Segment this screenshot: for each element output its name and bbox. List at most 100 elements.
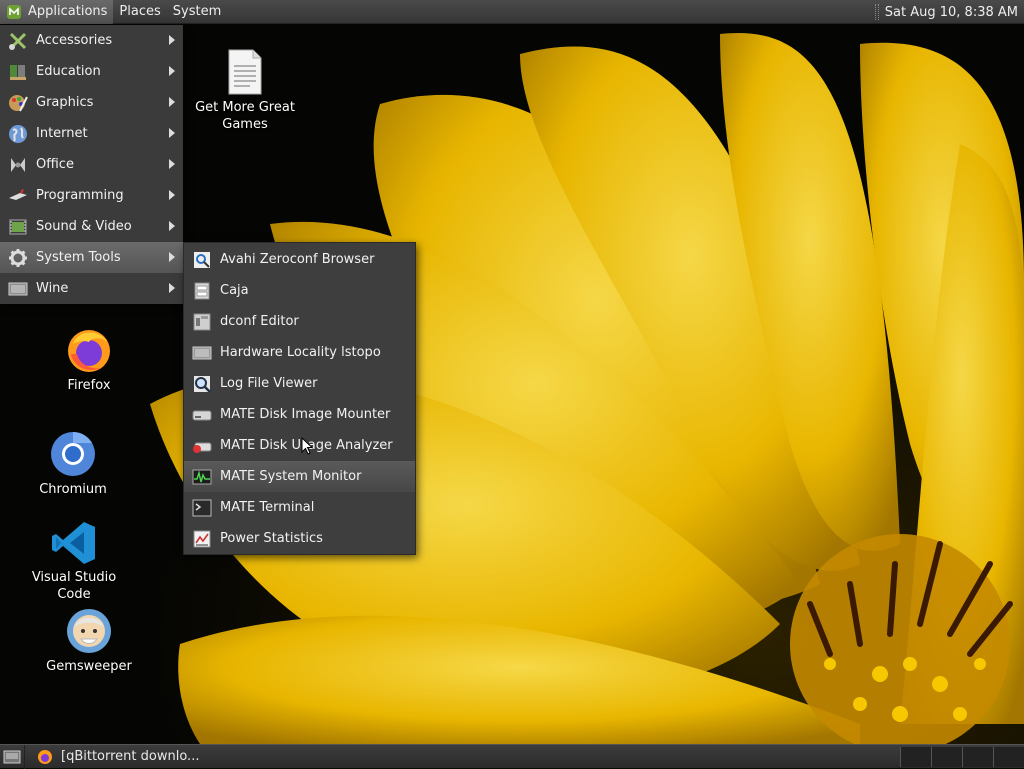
- document-icon: [228, 49, 262, 95]
- places-menu-button[interactable]: Places: [113, 0, 166, 24]
- top-panel: Applications Places System Sat Aug 10, 8…: [0, 0, 1024, 24]
- programming-icon: [9, 188, 27, 200]
- wine-icon: [8, 282, 28, 295]
- system-menu-button[interactable]: System: [167, 0, 227, 24]
- desktop-icon-label: Get More Great Games: [195, 100, 295, 132]
- accessories-icon: [9, 32, 27, 50]
- desktop-icon-label: Visual Studio Code: [31, 570, 117, 602]
- graphics-icon: [9, 94, 28, 111]
- taskbar-button-label: [qBittorrent downlo...: [61, 749, 200, 764]
- menu-item-label: Programming: [36, 188, 124, 203]
- office-icon: [11, 157, 25, 172]
- terminal-icon: [192, 499, 212, 516]
- submenu-arrow-icon: [169, 159, 175, 169]
- submenu-arrow-icon: [169, 128, 175, 138]
- chromium-icon: [51, 432, 95, 476]
- system-tools-submenu: Avahi Zeroconf Browser Caja dconf Editor…: [183, 242, 416, 555]
- menu-item-label: Graphics: [36, 95, 94, 110]
- menu-item-internet[interactable]: Internet: [0, 118, 183, 149]
- vscode-icon: [52, 522, 95, 564]
- submenu-arrow-icon: [169, 35, 175, 45]
- menu-item-caja[interactable]: Caja: [184, 275, 415, 306]
- menu-item-lstopo[interactable]: Hardware Locality lstopo: [184, 337, 415, 368]
- menu-item-label: System Tools: [36, 250, 121, 265]
- submenu-arrow-icon: [169, 283, 175, 293]
- desktop-icon-get-more-games[interactable]: Get More Great Games: [190, 48, 300, 133]
- disk-usage-icon: [193, 442, 212, 453]
- desktop-icon-label: Gemsweeper: [46, 659, 132, 674]
- submenu-arrow-icon: [169, 190, 175, 200]
- menu-item-label: Hardware Locality lstopo: [220, 345, 381, 360]
- menu-item-graphics[interactable]: Graphics: [0, 87, 183, 118]
- menu-item-label: MATE Terminal: [220, 500, 315, 515]
- workspace-3[interactable]: [962, 747, 993, 767]
- system-label: System: [172, 4, 222, 19]
- system-tools-icon: [9, 248, 27, 267]
- menu-item-log-file-viewer[interactable]: Log File Viewer: [184, 368, 415, 399]
- desktop-icon-firefox[interactable]: Firefox: [40, 326, 138, 394]
- menu-item-label: Log File Viewer: [220, 376, 318, 391]
- menu-item-power-statistics[interactable]: Power Statistics: [184, 523, 415, 554]
- menu-item-sound-video[interactable]: Sound & Video: [0, 211, 183, 242]
- mouse-cursor-icon: [301, 437, 313, 455]
- firefox-icon: [38, 749, 52, 764]
- menu-item-wine[interactable]: Wine: [0, 273, 183, 304]
- lstopo-icon: [192, 346, 212, 359]
- desktop-icon-gemsweeper[interactable]: Gemsweeper: [40, 607, 138, 675]
- panel-handle: [874, 4, 879, 20]
- desktop-icon-chromium[interactable]: Chromium: [24, 430, 122, 498]
- desktop-icon-vscode[interactable]: Visual Studio Code: [14, 520, 134, 603]
- clock-applet[interactable]: Sat Aug 10, 8:38 AM: [874, 0, 1024, 24]
- menu-item-label: Caja: [220, 283, 249, 298]
- avahi-icon: [194, 251, 210, 268]
- menu-item-education[interactable]: Education: [0, 56, 183, 87]
- applications-menu: Accessories Education Graphics Internet …: [0, 25, 183, 304]
- clock-text: Sat Aug 10, 8:38 AM: [884, 4, 1018, 20]
- menu-item-accessories[interactable]: Accessories: [0, 25, 183, 56]
- menu-item-system-tools[interactable]: System Tools: [0, 242, 183, 273]
- workspace-4[interactable]: [993, 747, 1024, 767]
- menu-item-office[interactable]: Office: [0, 149, 183, 180]
- mate-logo-icon: [7, 4, 21, 19]
- education-icon: [10, 64, 26, 80]
- disk-mounter-icon: [192, 410, 212, 420]
- menu-item-label: Sound & Video: [36, 219, 132, 234]
- submenu-arrow-icon: [169, 252, 175, 262]
- workspace-2[interactable]: [931, 747, 962, 767]
- internet-icon: [9, 124, 27, 143]
- menu-item-label: Avahi Zeroconf Browser: [220, 252, 375, 267]
- menu-item-label: Wine: [36, 281, 69, 296]
- submenu-arrow-icon: [169, 221, 175, 231]
- bottom-panel: [qBittorrent downlo...: [0, 744, 1024, 769]
- applications-menu-button[interactable]: Applications: [0, 0, 114, 24]
- caja-icon: [194, 282, 210, 299]
- firefox-icon: [68, 330, 110, 372]
- system-monitor-icon: [192, 469, 212, 484]
- menu-item-label: Internet: [36, 126, 88, 141]
- applications-label: Applications: [28, 4, 108, 19]
- menu-item-label: MATE Disk Image Mounter: [220, 407, 391, 422]
- show-desktop-icon: [3, 750, 21, 763]
- submenu-arrow-icon: [169, 66, 175, 76]
- sound-video-icon: [9, 219, 27, 234]
- menu-item-avahi-browser[interactable]: Avahi Zeroconf Browser: [184, 244, 415, 275]
- menu-item-label: Office: [36, 157, 74, 172]
- dconf-icon: [193, 313, 211, 330]
- menu-item-label: Power Statistics: [220, 531, 323, 546]
- menu-item-label: MATE System Monitor: [220, 469, 362, 484]
- submenu-arrow-icon: [169, 97, 175, 107]
- menu-item-disk-image-mounter[interactable]: MATE Disk Image Mounter: [184, 399, 415, 430]
- menu-item-label: Accessories: [36, 33, 113, 48]
- menu-item-mate-terminal[interactable]: MATE Terminal: [184, 492, 415, 523]
- workspace-1[interactable]: [900, 747, 931, 767]
- menu-item-dconf-editor[interactable]: dconf Editor: [184, 306, 415, 337]
- menu-item-programming[interactable]: Programming: [0, 180, 183, 211]
- taskbar-button-qbittorrent[interactable]: [qBittorrent downlo...: [31, 746, 205, 768]
- power-statistics-icon: [193, 530, 211, 547]
- menu-item-label: dconf Editor: [220, 314, 299, 329]
- workspace-switcher[interactable]: [900, 747, 1024, 767]
- gemsweeper-icon: [67, 609, 111, 653]
- show-desktop-button[interactable]: [0, 744, 25, 769]
- menu-item-disk-usage-analyzer[interactable]: MATE Disk Usage Analyzer: [184, 430, 415, 461]
- menu-item-system-monitor[interactable]: MATE System Monitor: [184, 461, 415, 492]
